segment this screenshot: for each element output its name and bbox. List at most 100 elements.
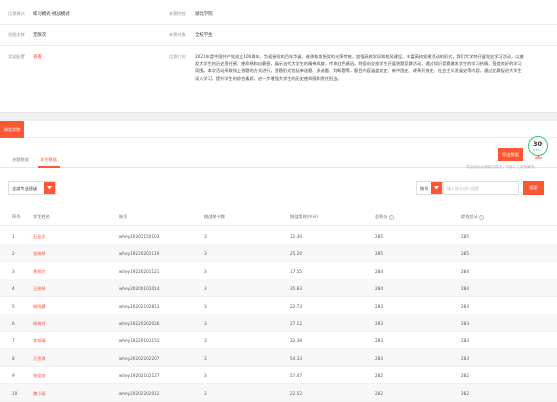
cell-levels: 3 — [204, 338, 207, 344]
cell-score: 283 — [375, 355, 383, 361]
cell-total: 285 — [461, 251, 469, 257]
cell-account: whey18220101151 — [119, 338, 160, 344]
reward-label: 奖励配置 — [8, 54, 25, 59]
reward-view-link[interactable]: 查看 — [33, 54, 42, 60]
cell-account: whey20202202207 — [119, 355, 160, 361]
cell-time: 12.30 — [290, 234, 302, 239]
cell-name[interactable]: 胡雨晨 — [33, 304, 46, 310]
cell-index: 9 — [12, 373, 15, 379]
cell-score: 285 — [375, 234, 383, 239]
cell-score: 283 — [375, 303, 383, 309]
tab-answer-data[interactable]: 答题数据 — [12, 157, 29, 163]
chevron-down-icon — [44, 182, 55, 194]
active-tab-indicator — [38, 166, 60, 168]
cell-score: 282 — [375, 373, 383, 379]
table-row: 3 黄梓芯 whey19220201121 3 17.55 284 284 — [0, 262, 557, 280]
cell-account: whey20202202012 — [119, 390, 160, 396]
cell-total: 284 — [461, 268, 469, 274]
class-filter-value: 全部专业班级 — [12, 186, 38, 191]
cell-levels: 3 — [204, 286, 207, 292]
search-field-value: 账号 — [420, 186, 429, 191]
mode-value: 练习模式-挑战模式 — [33, 12, 70, 17]
cell-total: 282 — [461, 373, 469, 379]
cell-account: whey20201150103 — [119, 234, 160, 239]
cell-name[interactable]: 汪思琪 — [33, 356, 46, 362]
school-tag[interactable]: 湖北学院 — [0, 121, 24, 138]
chevron-down-icon — [431, 182, 442, 194]
col-score: 总积分? — [375, 214, 394, 220]
cell-time: 22.52 — [290, 390, 302, 396]
cell-total: 283 — [461, 338, 469, 344]
cell-total: 284 — [461, 286, 469, 292]
cell-score: 283 — [375, 321, 383, 326]
cell-levels: 3 — [204, 268, 207, 274]
data-panel: 湖北学院 答题数据 学生数据 导出数据 导出成功后请前往导出，不能人工如何解决。… — [0, 121, 557, 402]
cell-levels: 3 — [204, 303, 207, 309]
table-row: 2 张晓琴 whey19220201119 3 25.20 285 285 — [0, 244, 557, 263]
cell-score: 284 — [375, 268, 383, 274]
cell-levels: 3 — [204, 321, 207, 326]
cell-name[interactable]: 魏小丽 — [33, 391, 46, 397]
table-row: 7 李梓晴 whey18220101151 3 32.38 283 283 — [0, 331, 557, 350]
col-levels: 挑战关卡数 — [204, 214, 225, 219]
intro-text: 2021年是中国共产党成立100周年，为迎接党的百年华诞，继承和发扬党的光荣传统… — [195, 54, 524, 81]
cell-levels: 3 — [204, 355, 207, 361]
cell-name[interactable]: 石佳文 — [33, 234, 46, 240]
table-row: 6 杨晓玲 whey18220202026 3 27.12 283 283 — [0, 314, 557, 332]
cell-total: 283 — [461, 303, 469, 309]
help-icon[interactable]: ? — [478, 214, 484, 220]
panel-header: 湖北学院 — [0, 121, 557, 138]
cell-name[interactable]: 张佳宜 — [33, 373, 46, 379]
table-row: 10 魏小丽 whey20202202012 3 22.52 282 282 — [0, 383, 557, 402]
col-index: 序号 — [12, 214, 21, 219]
cell-levels: 3 — [204, 373, 207, 379]
help-icon[interactable]: ? — [388, 214, 394, 220]
cell-account: whey19220201121 — [119, 268, 160, 274]
col-score-label: 总积分 — [375, 214, 388, 219]
col-time: 挑战用时(min) — [290, 214, 318, 219]
cell-name[interactable]: 杨晓玲 — [33, 321, 46, 327]
attempts-value: 无限次 — [33, 33, 47, 38]
cell-time: 54.33 — [290, 355, 302, 361]
search-field-select[interactable]: 账号 — [416, 181, 443, 195]
cell-levels: 3 — [204, 234, 207, 239]
class-filter-select[interactable]: 全部专业班级 — [8, 181, 56, 195]
table-row: 4 王晓琴 whey20200101014 3 35.83 284 284 — [0, 279, 557, 298]
badge-unit: % — [540, 140, 543, 145]
cell-time: 25.20 — [290, 251, 302, 257]
cell-name[interactable]: 张晓琴 — [33, 251, 46, 257]
cell-account: whey20200101014 — [119, 286, 160, 292]
table-row: 9 张佳宜 whey19202102127 3 57.47 282 282 — [0, 366, 557, 385]
cell-score: 282 — [375, 390, 383, 396]
table-row: 1 石佳文 whey20201150103 3 12.30 285 285 — [0, 227, 557, 245]
competition-info-card: 比赛模式 练习模式-挑战模式 参赛院校 湖北学院 答题次数 无限次 参赛对象 全… — [0, 0, 557, 113]
cell-index: 2 — [12, 251, 15, 257]
cell-index: 4 — [12, 286, 15, 292]
table-header: 序号 学生姓名 账号 挑战关卡数 挑战用时(min) 总积分? 综合总分? — [0, 208, 557, 226]
cell-index: 8 — [12, 355, 15, 361]
cell-time: 22.73 — [290, 303, 302, 309]
cell-total: 283 — [461, 355, 469, 361]
cell-name[interactable]: 李梓晴 — [33, 338, 46, 344]
cell-score: 283 — [375, 338, 383, 344]
cell-total: 285 — [461, 234, 469, 239]
table-row: 5 胡雨晨 whey20202102813 3 22.73 283 283 — [0, 297, 557, 315]
tab-student-data[interactable]: 学生数据 — [40, 157, 57, 163]
cell-index: 3 — [12, 268, 15, 274]
table-row: 8 汪思琪 whey20202202207 3 54.33 283 283 — [0, 348, 557, 367]
cell-name[interactable]: 黄梓芯 — [33, 269, 46, 275]
progress-badge[interactable]: 30 % 0.6%↑ — [528, 136, 548, 156]
cell-index: 7 — [12, 338, 15, 344]
search-input[interactable]: 输入账号进行搜索 — [443, 181, 519, 195]
cell-account: whey20202102813 — [119, 303, 160, 309]
intro-label: 比赛介绍 — [169, 54, 186, 59]
cell-total: 282 — [461, 390, 469, 396]
mode-label: 比赛模式 — [8, 11, 25, 16]
search-button[interactable]: 搜索 — [523, 181, 544, 195]
school-value: 湖北学院 — [195, 12, 213, 17]
attempts-label: 答题次数 — [8, 32, 25, 37]
cell-name[interactable]: 王晓琴 — [33, 286, 46, 292]
export-button[interactable]: 导出数据 — [498, 148, 523, 161]
cell-score: 285 — [375, 251, 383, 257]
cell-time: 17.55 — [290, 268, 302, 274]
